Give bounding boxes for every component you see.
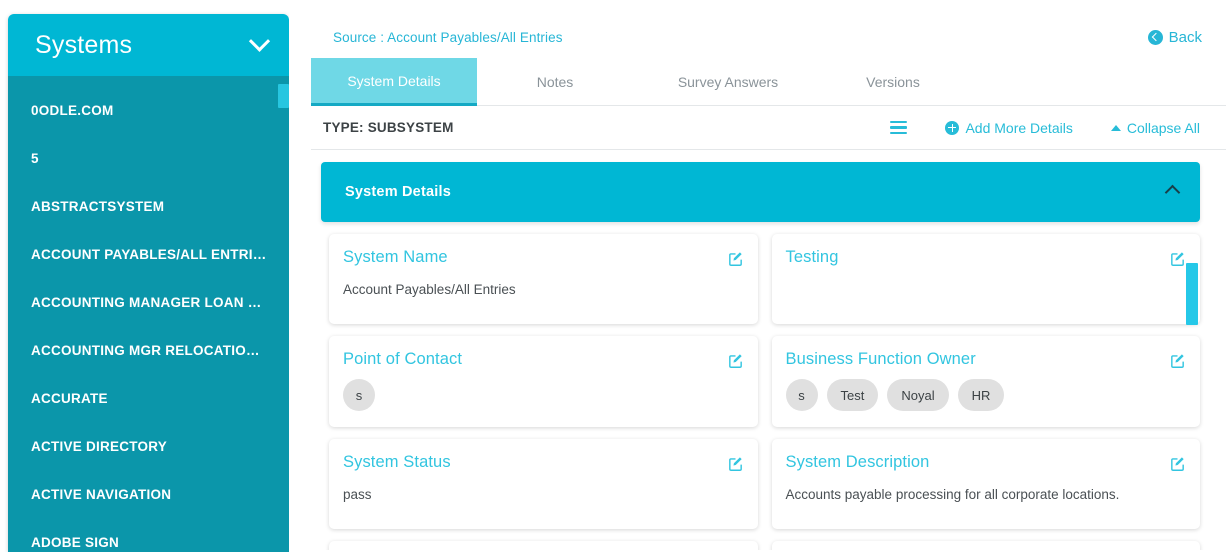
tab-notes[interactable]: Notes — [477, 58, 633, 106]
chip[interactable]: s — [785, 379, 818, 411]
sidebar-item-3[interactable]: ACCOUNT PAYABLES/ALL ENTRIES — [8, 230, 289, 278]
sidebar-item-8[interactable]: ACTIVE NAVIGATION — [8, 470, 289, 518]
collapse-all-button[interactable]: Collapse All — [1110, 119, 1200, 136]
back-button[interactable]: Back — [1147, 29, 1202, 46]
detail-card: System Name Account Payables/All Entries — [329, 234, 758, 324]
add-more-details-button[interactable]: Add More Details — [945, 119, 1073, 136]
caret-up-icon — [1110, 124, 1121, 131]
edit-pencil-icon[interactable] — [1169, 352, 1186, 369]
panel-header[interactable]: System Details — [321, 162, 1200, 222]
app-root: Systems 0ODLE.COM 5 ABSTRACTSYSTEM ACCOU… — [0, 0, 1226, 552]
tab-versions[interactable]: Versions — [823, 58, 963, 106]
edit-pencil-icon[interactable] — [727, 455, 744, 472]
sidebar-item-9[interactable]: ADOBE SIGN — [8, 518, 289, 552]
detail-card: System Status pass — [329, 439, 758, 529]
sidebar-item-0[interactable]: 0ODLE.COM — [8, 86, 289, 134]
sidebar: Systems 0ODLE.COM 5 ABSTRACTSYSTEM ACCOU… — [8, 14, 289, 552]
topbar: Source : Account Payables/All Entries Ba… — [289, 0, 1226, 58]
sidebar-item-label: ACTIVE DIRECTORY — [31, 438, 168, 454]
source-breadcrumb: Source : Account Payables/All Entries — [333, 30, 563, 45]
sidebar-item-label: ACTIVE NAVIGATION — [31, 486, 172, 502]
sidebar-item-6[interactable]: ACCURATE — [8, 374, 289, 422]
edit-pencil-icon[interactable] — [1169, 250, 1186, 267]
collapse-all-label: Collapse All — [1126, 119, 1200, 136]
sidebar-item-4[interactable]: ACCOUNTING MANAGER LOAN SYS… — [8, 278, 289, 326]
sidebar-header[interactable]: Systems — [8, 14, 289, 76]
chip[interactable]: Test — [826, 379, 879, 411]
sidebar-scrollbar-thumb[interactable] — [278, 84, 289, 108]
details-scroll-area: System Details System Name Account Payabl… — [311, 150, 1226, 550]
edit-pencil-icon[interactable] — [1169, 455, 1186, 472]
sidebar-item-label: ACCURATE — [31, 390, 108, 406]
detail-card: Point of Contact s — [329, 336, 758, 427]
chip-list: s Test Noyal HR — [785, 379, 1185, 411]
detail-card-title: Point of Contact — [343, 350, 463, 368]
sidebar-list: 0ODLE.COM 5 ABSTRACTSYSTEM ACCOUNT PAYAB… — [8, 76, 289, 552]
chevron-up-icon[interactable] — [1164, 184, 1181, 200]
sidebar-scrollbar-track[interactable] — [277, 76, 289, 552]
sidebar-item-5[interactable]: ACCOUNTING MGR RELOCATION L… — [8, 326, 289, 374]
chip[interactable]: s — [343, 379, 375, 411]
sidebar-item-label: ACCOUNTING MANAGER LOAN SYS… — [31, 294, 267, 310]
panel-title: System Details — [345, 184, 451, 200]
sidebar-item-label: ADOBE SIGN — [31, 534, 120, 550]
hamburger-icon[interactable] — [890, 121, 908, 134]
arrow-circle-left-icon — [1147, 30, 1163, 45]
type-row: TYPE: SUBSYSTEM Add More Details Collaps… — [311, 106, 1226, 150]
detail-card-title: System Description — [785, 453, 930, 471]
edit-pencil-icon[interactable] — [727, 250, 744, 267]
chevron-down-icon[interactable] — [248, 30, 271, 52]
main-scrollbar-thumb[interactable] — [1186, 263, 1198, 325]
detail-card: Business Function Owner s Test Noyal HR — [771, 336, 1200, 427]
detail-cards-grid: System Name Account Payables/All Entries T… — [321, 222, 1200, 550]
detail-card-title: System Name — [343, 248, 448, 266]
system-details-panel: System Details System Name Account Payabl… — [321, 162, 1200, 550]
sidebar-title: Systems — [35, 30, 133, 59]
detail-card-title: Testing — [785, 248, 839, 266]
detail-card: System Description Accounts payable proce… — [771, 439, 1200, 529]
sidebar-item-2[interactable]: ABSTRACTSYSTEM — [8, 182, 289, 230]
plus-circle-icon — [945, 120, 960, 135]
detail-card — [771, 541, 1200, 550]
add-more-details-label: Add More Details — [965, 119, 1073, 136]
detail-card-title: Business Function Owner — [785, 350, 976, 368]
sidebar-item-label: ACCOUNTING MGR RELOCATION L… — [31, 342, 267, 358]
detail-card: Testing — [771, 234, 1200, 324]
tab-survey-answers[interactable]: Survey Answers — [633, 58, 823, 106]
sidebar-item-label: 5 — [31, 150, 39, 166]
sidebar-item-label: 0ODLE.COM — [31, 102, 114, 118]
sidebar-item-1[interactable]: 5 — [8, 134, 289, 182]
detail-card — [329, 541, 758, 550]
main-content: Source : Account Payables/All Entries Ba… — [289, 0, 1226, 552]
chip[interactable]: Noyal — [887, 379, 949, 411]
chip[interactable]: HR — [957, 379, 1005, 411]
sidebar-item-label: ABSTRACTSYSTEM — [31, 198, 165, 214]
tab-bar: System Details Notes Survey Answers Vers… — [311, 58, 1226, 106]
detail-card-value: Accounts payable processing for all corp… — [785, 487, 1120, 502]
main-scrollbar-track[interactable] — [1186, 100, 1212, 552]
sidebar-item-7[interactable]: ACTIVE DIRECTORY — [8, 422, 289, 470]
detail-card-value: pass — [343, 487, 372, 502]
back-button-label: Back — [1168, 29, 1202, 46]
chip-list: s — [343, 379, 742, 411]
edit-pencil-icon[interactable] — [727, 352, 744, 369]
type-label: TYPE: SUBSYSTEM — [323, 120, 454, 135]
detail-card-value: Account Payables/All Entries — [343, 282, 516, 297]
tab-system-details[interactable]: System Details — [311, 58, 477, 106]
sidebar-item-label: ACCOUNT PAYABLES/ALL ENTRIES — [31, 246, 267, 262]
detail-card-title: System Status — [343, 453, 451, 471]
type-row-actions: Add More Details Collapse All — [890, 120, 1200, 136]
